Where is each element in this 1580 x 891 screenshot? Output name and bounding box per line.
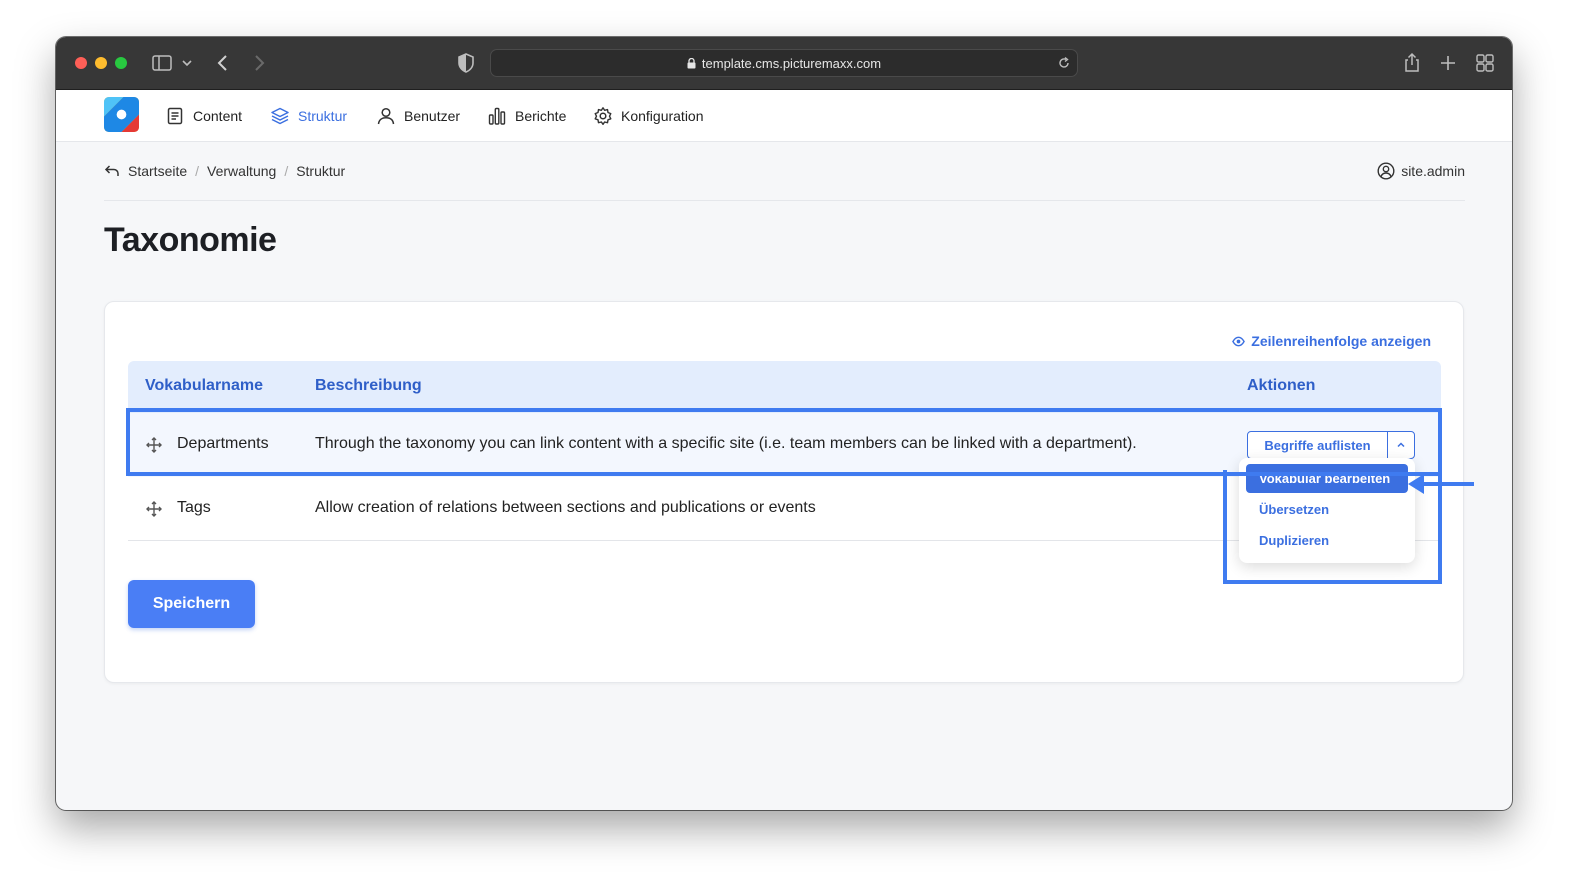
close-window-button[interactable]: [75, 57, 87, 69]
gear-icon: [594, 107, 612, 125]
column-header-name: Vokabularname: [145, 377, 263, 394]
sidebar-toggle-icon[interactable]: [151, 52, 173, 74]
save-button[interactable]: Speichern: [128, 580, 255, 628]
user-circle-icon: [1377, 162, 1395, 180]
vocabulary-description: Through the taxonomy you can link conten…: [315, 435, 1137, 452]
user-icon: [377, 107, 395, 125]
app-header: Content Struktur Benutzer Berichte Konfi…: [56, 90, 1512, 142]
breadcrumb-verwaltung[interactable]: Verwaltung: [207, 163, 276, 179]
document-icon: [167, 107, 183, 125]
maximize-window-button[interactable]: [115, 57, 127, 69]
breadcrumb-struktur[interactable]: Struktur: [296, 163, 345, 179]
back-icon[interactable]: [213, 52, 235, 74]
browser-window: template.cms.picturemaxx.com Content Str…: [56, 37, 1512, 810]
chevron-up-icon: [1397, 442, 1405, 448]
url-text: template.cms.picturemaxx.com: [701, 56, 882, 71]
bar-chart-icon: [488, 107, 506, 125]
nav-item-label: Benutzer: [404, 108, 461, 124]
menu-item-edit-vocabulary[interactable]: Vokabular bearbeiten: [1246, 464, 1408, 493]
page-title: Taxonomie: [104, 221, 277, 259]
drag-handle-icon[interactable]: [145, 436, 163, 454]
breadcrumb-startseite[interactable]: Startseite: [128, 163, 187, 179]
column-header-actions: Aktionen: [1247, 377, 1316, 394]
privacy-shield-icon[interactable]: [455, 52, 477, 74]
forward-icon[interactable]: [247, 52, 269, 74]
app-logo[interactable]: [104, 97, 139, 132]
nav-item-label: Berichte: [515, 108, 567, 124]
address-bar[interactable]: template.cms.picturemaxx.com: [490, 49, 1078, 77]
lock-icon: [687, 58, 696, 69]
reload-icon[interactable]: [1057, 56, 1071, 70]
user-menu[interactable]: site.admin: [1377, 162, 1465, 180]
vocabulary-name: Departments: [177, 435, 269, 452]
show-row-order-link[interactable]: Zeilenreihenfolge anzeigen: [1232, 333, 1431, 349]
nav-item-benutzer[interactable]: Benutzer: [376, 105, 460, 127]
nav-item-konfiguration[interactable]: Konfiguration: [593, 105, 704, 127]
nav-item-struktur[interactable]: Struktur: [270, 105, 347, 127]
header-divider: [104, 200, 1465, 201]
column-header-description: Beschreibung: [315, 377, 422, 394]
new-tab-icon[interactable]: [1437, 52, 1459, 74]
drag-handle-icon[interactable]: [145, 500, 163, 518]
pointer-arrow-icon: [1408, 474, 1474, 494]
menu-item-duplicate[interactable]: Duplizieren: [1246, 526, 1408, 555]
user-name: site.admin: [1401, 163, 1465, 179]
nav-item-content[interactable]: Content: [165, 105, 242, 127]
layers-icon: [271, 107, 289, 125]
actions-dropdown-menu: Vokabular bearbeiten Übersetzen Duplizie…: [1239, 458, 1415, 563]
vocabulary-name: Tags: [177, 499, 211, 516]
actions-dropdown-toggle[interactable]: [1388, 432, 1414, 458]
nav-item-label: Struktur: [298, 108, 348, 124]
tab-overview-icon[interactable]: [1474, 52, 1496, 74]
share-icon[interactable]: [1401, 52, 1423, 74]
show-row-order-label: Zeilenreihenfolge anzeigen: [1251, 333, 1431, 349]
nav-item-label: Konfiguration: [621, 108, 704, 124]
minimize-window-button[interactable]: [95, 57, 107, 69]
list-terms-button[interactable]: Begriffe auflisten: [1248, 432, 1388, 458]
eye-icon: [1232, 336, 1246, 346]
actions-split-button: Begriffe auflisten: [1247, 431, 1415, 459]
vocabulary-description: Allow creation of relations between sect…: [315, 499, 816, 516]
back-arrow-icon[interactable]: [104, 163, 120, 179]
menu-item-translate[interactable]: Übersetzen: [1246, 495, 1408, 524]
browser-toolbar: template.cms.picturemaxx.com: [56, 37, 1512, 90]
breadcrumb: Startseite / Verwaltung / Struktur: [104, 163, 345, 179]
nav-item-label: Content: [193, 108, 243, 124]
nav-item-berichte[interactable]: Berichte: [487, 105, 566, 127]
chevron-down-icon[interactable]: [180, 52, 194, 74]
table-header: Vokabularname Beschreibung Aktionen: [128, 361, 1441, 413]
